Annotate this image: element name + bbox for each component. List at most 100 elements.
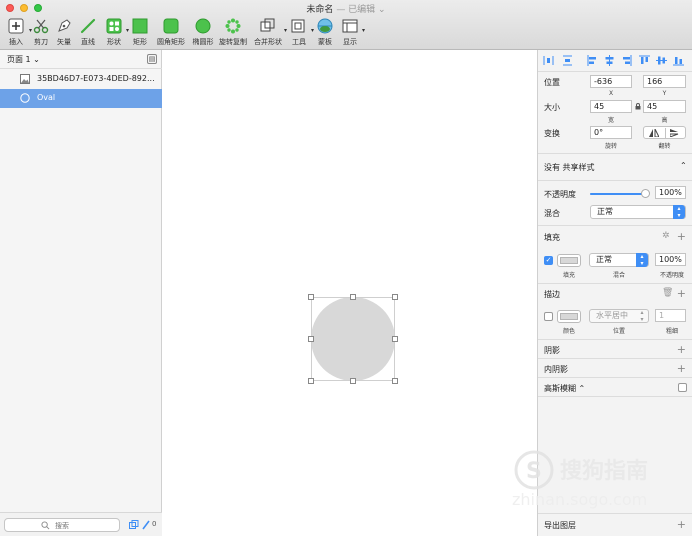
inner-shadow-section-title: 内阴影 [544, 365, 568, 374]
resize-handle-bottom-left[interactable] [308, 378, 314, 384]
toolbar-scissors-button[interactable]: 剪刀 [31, 17, 51, 47]
layer-item[interactable]: 35BD46D7-E073-4DED-892... [0, 70, 162, 89]
toolbar-combine-shapes-button[interactable]: ▾ 合并形状 [253, 17, 287, 47]
opacity-field[interactable]: 100% [655, 186, 686, 199]
distribute-vertical-icon[interactable] [562, 55, 573, 66]
toolbar-rectangle-label: 矩形 [133, 38, 147, 46]
document-status: — 已编辑 ⌄ [336, 5, 386, 15]
toolbar-rotate-copies-button[interactable]: 旋转复制 [217, 17, 249, 47]
fill-color-swatch[interactable] [557, 254, 581, 267]
toolbar-view-label: 显示 [343, 38, 357, 46]
chevron-down-icon: ▾ [361, 27, 365, 34]
layer-item-selected[interactable]: Oval [0, 89, 162, 108]
toolbar-rounded-rectangle-label: 圆角矩形 [157, 38, 185, 46]
divider [538, 180, 692, 181]
add-export-icon[interactable]: + [677, 519, 686, 530]
blur-section-title[interactable]: 高斯模糊 ⌃ [544, 383, 585, 394]
resize-handle-bottom[interactable] [350, 378, 356, 384]
align-left-icon[interactable] [587, 55, 598, 66]
divider [538, 396, 692, 397]
toolbar-insert-button[interactable]: ▾ 插入 [4, 17, 32, 47]
mask-icon [317, 18, 333, 34]
tools-icon [291, 19, 305, 33]
position-y-field[interactable]: 166 [643, 75, 686, 88]
toolbar-rounded-rectangle-button[interactable]: 圆角矩形 [154, 17, 188, 47]
fill-caption: 填充 [562, 272, 575, 279]
gear-icon[interactable]: ✲ [662, 231, 670, 241]
divider [538, 283, 692, 284]
toolbar-oval-button[interactable]: 椭圆形 [190, 17, 216, 47]
border-thickness-field[interactable]: 1 [655, 309, 686, 322]
add-page-icon[interactable]: ▤ [147, 54, 157, 64]
align-middle-icon[interactable] [656, 55, 667, 66]
document-title[interactable]: 未命名 — 已编辑 ⌄ [0, 2, 692, 15]
toolbar-combine-shapes-label: 合并形状 [254, 38, 282, 46]
distribute-horizontal-icon[interactable] [543, 55, 554, 66]
toolbar-view-button[interactable]: ▾ 显示 [339, 17, 365, 47]
width-caption: 宽 [607, 117, 614, 124]
slice-count: 0 [152, 520, 157, 528]
fill-enabled-checkbox[interactable]: ✓ [544, 256, 553, 265]
page-selector[interactable]: 页面 1 ⌄ ▤ [0, 50, 162, 69]
flip-horizontal-icon[interactable] [649, 129, 659, 137]
brush-icon[interactable] [141, 520, 151, 530]
toolbar-line-button[interactable]: 直线 [78, 17, 98, 47]
svg-text:S: S [526, 459, 542, 484]
toolbar-mask-button[interactable]: 蒙板 [315, 17, 335, 47]
align-right-icon[interactable] [621, 55, 632, 66]
resize-handle-right[interactable] [392, 336, 398, 342]
divider [538, 153, 692, 154]
width-field[interactable]: 45 [590, 100, 632, 113]
layer-search-field[interactable] [4, 518, 120, 532]
toolbar-oval-label: 椭圆形 [192, 38, 214, 46]
toolbar-vector-button[interactable]: 矢量 [54, 17, 74, 47]
chevron-updown-icon[interactable]: ⌃ [680, 161, 687, 170]
toolbar-shapes-button[interactable]: ▾ 形状 [103, 17, 129, 47]
opacity-slider[interactable] [590, 193, 646, 195]
layer-search-input[interactable] [55, 520, 115, 531]
fill-blend-select[interactable]: 正常 ▴ ▾ [589, 253, 649, 267]
watermark-url: zhinan.sogo.com [512, 490, 648, 509]
copy-icon[interactable] [129, 520, 139, 530]
align-center-icon[interactable] [604, 55, 615, 66]
chevron-updown-icon: ▴ ▾ [673, 205, 685, 219]
opacity-slider-knob[interactable] [641, 189, 650, 198]
blending-select[interactable]: 正常 ▴ ▾ [590, 205, 686, 219]
toolbar-tools-button[interactable]: ▾ 工具 [288, 17, 314, 47]
position-x-field[interactable]: -636 [590, 75, 632, 88]
resize-handle-top[interactable] [350, 294, 356, 300]
resize-handle-top-right[interactable] [392, 294, 398, 300]
chevron-down-icon: ▾ [283, 27, 287, 34]
shared-style-selector[interactable]: 没有 共享样式 [544, 162, 595, 173]
resize-handle-top-left[interactable] [308, 294, 314, 300]
chevron-updown-icon: ▴ ▾ [636, 253, 648, 267]
toolbar-vector-label: 矢量 [57, 38, 71, 46]
fill-opacity-field[interactable]: 100% [655, 253, 686, 266]
border-enabled-checkbox[interactable] [544, 312, 553, 321]
trash-icon[interactable]: 🗑 [662, 288, 673, 298]
add-fill-icon[interactable]: + [677, 231, 686, 242]
canvas[interactable] [163, 50, 537, 536]
add-border-icon[interactable]: + [677, 288, 686, 299]
border-color-swatch[interactable] [557, 310, 581, 323]
sogou-logo-icon: S [514, 450, 554, 490]
opacity-slider-fill [590, 193, 646, 195]
blur-enabled-checkbox[interactable] [678, 383, 687, 392]
border-position-select[interactable]: 水平居中 ▴ ▾ [589, 309, 649, 323]
add-shadow-icon[interactable]: + [677, 344, 686, 355]
lock-icon[interactable] [635, 103, 641, 110]
document-name: 未命名 [306, 5, 334, 15]
height-field[interactable]: 45 [643, 100, 686, 113]
oval-icon [195, 18, 211, 34]
add-inner-shadow-icon[interactable]: + [677, 363, 686, 374]
flip-control[interactable] [643, 126, 686, 139]
image-layer-icon [20, 74, 30, 84]
rotation-field[interactable]: 0° [590, 126, 632, 139]
flip-vertical-icon[interactable] [670, 129, 680, 137]
align-top-icon[interactable] [639, 55, 650, 66]
resize-handle-bottom-right[interactable] [392, 378, 398, 384]
align-bottom-icon[interactable] [673, 55, 684, 66]
fill-color-chip [560, 257, 578, 264]
resize-handle-left[interactable] [308, 336, 314, 342]
toolbar-rectangle-button[interactable]: 矩形 [129, 17, 151, 47]
